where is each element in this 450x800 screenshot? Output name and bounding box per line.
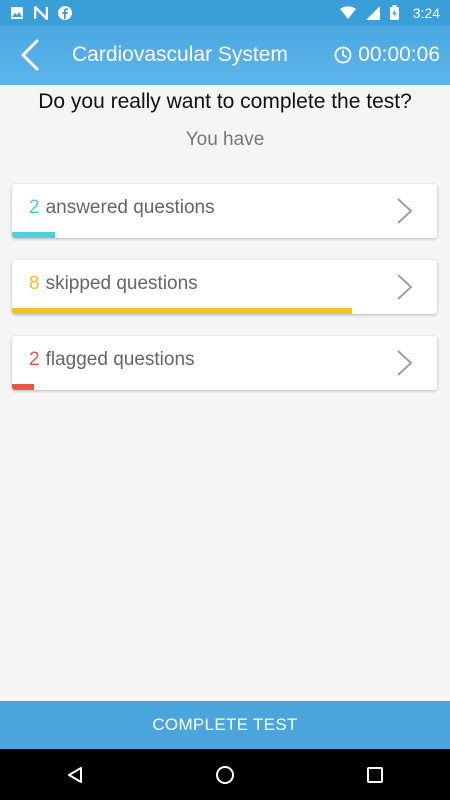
app-bar: Cardiovascular System 00:00:06 bbox=[0, 25, 450, 85]
back-triangle-icon bbox=[68, 766, 82, 783]
back-button[interactable] bbox=[0, 25, 60, 85]
answered-label: answered questions bbox=[45, 197, 215, 218]
nav-recents-button[interactable] bbox=[345, 749, 405, 800]
skipped-progress-bar bbox=[12, 308, 352, 314]
chevron-right-icon bbox=[397, 198, 413, 224]
status-time: 3:24 bbox=[412, 4, 440, 21]
nav-back-button[interactable] bbox=[45, 749, 105, 800]
clock-icon bbox=[334, 46, 352, 64]
status-bar-system: 3:24 bbox=[339, 4, 440, 21]
home-circle-icon bbox=[216, 765, 234, 784]
battery-icon bbox=[389, 5, 399, 20]
skipped-questions-card[interactable]: 8 skipped questions bbox=[12, 260, 437, 314]
answered-progress-bar bbox=[12, 232, 55, 238]
card-text: 8 skipped questions bbox=[29, 273, 198, 295]
summary-subtitle: You have bbox=[185, 129, 265, 150]
chevron-right-icon bbox=[397, 350, 413, 376]
flagged-count: 2 bbox=[29, 349, 40, 370]
flagged-label: flagged questions bbox=[45, 349, 195, 370]
timer-value: 00:00:06 bbox=[358, 43, 440, 66]
flagged-progress-bar bbox=[12, 384, 34, 390]
chevron-left-icon bbox=[21, 39, 39, 71]
wifi-icon bbox=[339, 5, 356, 19]
skipped-label: skipped questions bbox=[45, 273, 198, 294]
facebook-icon bbox=[58, 5, 72, 20]
n-notification-icon bbox=[34, 5, 48, 20]
recents-square-icon bbox=[367, 766, 383, 783]
answered-questions-card[interactable]: 2 answered questions bbox=[12, 184, 437, 238]
page-title: Cardiovascular System bbox=[72, 43, 288, 66]
card-text: 2 answered questions bbox=[29, 197, 215, 219]
chevron-right-icon bbox=[397, 274, 413, 300]
image-icon bbox=[11, 6, 23, 19]
confirm-question: Do you really want to complete the test? bbox=[38, 90, 412, 113]
answered-count: 2 bbox=[29, 197, 40, 218]
complete-test-button[interactable]: COMPLETE TEST bbox=[0, 701, 450, 749]
status-bar-notifications bbox=[10, 5, 72, 20]
signal-icon bbox=[365, 5, 380, 20]
card-text: 2 flagged questions bbox=[29, 349, 195, 371]
test-timer: 00:00:06 bbox=[334, 43, 450, 67]
nav-home-button[interactable] bbox=[195, 749, 255, 800]
skipped-count: 8 bbox=[29, 273, 40, 294]
system-nav-bar bbox=[0, 749, 450, 800]
flagged-questions-card[interactable]: 2 flagged questions bbox=[12, 336, 437, 390]
status-bar: 3:24 bbox=[0, 0, 450, 25]
